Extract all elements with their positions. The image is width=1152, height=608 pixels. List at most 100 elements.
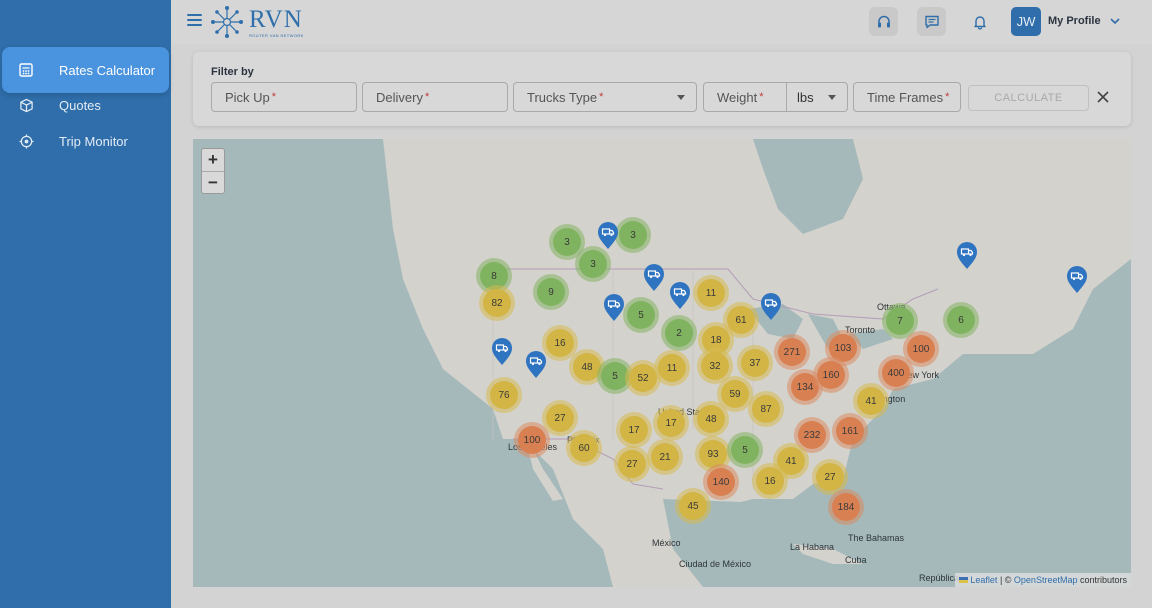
map-cluster[interactable]: 16	[756, 467, 784, 495]
map-cluster[interactable]: 61	[727, 306, 755, 334]
profile-label[interactable]: My Profile	[1048, 15, 1101, 27]
truck-location-pin[interactable]	[1066, 266, 1088, 294]
map-cluster[interactable]: 21	[651, 443, 679, 471]
weight-field[interactable]: Weight *	[703, 82, 787, 112]
map-cluster[interactable]: 17	[657, 409, 685, 437]
map-cluster[interactable]: 41	[777, 447, 805, 475]
filter-title: Filter by	[211, 66, 254, 78]
map-cluster[interactable]: 8	[480, 262, 508, 290]
truck-location-pin[interactable]	[669, 282, 691, 310]
map-cluster[interactable]: 184	[832, 493, 860, 521]
required-mark: *	[759, 91, 764, 103]
weight-label: Weight	[717, 89, 758, 105]
app-logo[interactable]: RVN ROUTER VAN NETWORK	[209, 3, 304, 41]
truck-location-pin[interactable]	[597, 222, 619, 250]
weight-unit-value: lbs	[797, 89, 814, 105]
map-cluster[interactable]: 232	[798, 421, 826, 449]
map-cluster[interactable]: 6	[947, 306, 975, 334]
map-cluster[interactable]: 45	[679, 492, 707, 520]
dropdown-arrow-icon	[677, 95, 685, 100]
city-label: La Habana	[790, 542, 835, 552]
chevron-down-icon[interactable]	[1108, 14, 1122, 28]
map-cluster[interactable]: 60	[570, 434, 598, 462]
truck-location-pin[interactable]	[956, 242, 978, 270]
map-cluster[interactable]: 87	[752, 395, 780, 423]
top-header: RVN ROUTER VAN NETWORK JW My Profile	[171, 0, 1152, 44]
map-cluster[interactable]: 161	[836, 417, 864, 445]
calculate-button[interactable]: CALCULATE	[968, 85, 1089, 111]
map-cluster[interactable]: 271	[778, 338, 806, 366]
map-cluster[interactable]: 82	[483, 289, 511, 317]
map-cluster[interactable]: 52	[629, 364, 657, 392]
map-cluster[interactable]: 7	[886, 307, 914, 335]
map-cluster[interactable]: 160	[817, 361, 845, 389]
filter-panel: Filter by Pick Up * Delivery * Trucks Type…	[193, 52, 1131, 126]
map-cluster[interactable]: 3	[579, 250, 607, 278]
trucks-type-select[interactable]: Trucks Type *	[513, 82, 697, 112]
map-cluster[interactable]: 11	[658, 354, 686, 382]
map-cluster[interactable]: 100	[518, 426, 546, 454]
weight-unit-select[interactable]: lbs	[786, 82, 848, 112]
map-cluster[interactable]: 3	[553, 228, 581, 256]
map-cluster[interactable]: 2	[665, 319, 693, 347]
map-cluster[interactable]: 17	[620, 416, 648, 444]
map-cluster[interactable]: 48	[697, 405, 725, 433]
map-view[interactable]: + − Ottawa Toronto New York Washington U…	[193, 139, 1131, 587]
time-frames-select[interactable]: Time Frames *	[853, 82, 961, 112]
truck-location-pin[interactable]	[491, 338, 513, 366]
required-mark: *	[945, 91, 950, 103]
map-cluster[interactable]: 41	[857, 387, 885, 415]
map-cluster[interactable]: 18	[702, 326, 730, 354]
map-cluster[interactable]: 16	[546, 329, 574, 357]
truck-location-pin[interactable]	[643, 264, 665, 292]
map-cluster[interactable]: 27	[816, 463, 844, 491]
map-cluster[interactable]: 5	[627, 301, 655, 329]
map-cluster[interactable]: 103	[829, 334, 857, 362]
map-cluster[interactable]: 5	[731, 436, 759, 464]
support-button[interactable]	[869, 7, 898, 36]
city-label: Cuba	[845, 555, 867, 565]
sidebar-item-trip-monitor[interactable]: Trip Monitor	[2, 118, 169, 164]
sidebar-item-label: Rates Calculator	[59, 62, 156, 78]
map-cluster[interactable]: 76	[490, 381, 518, 409]
map-cluster[interactable]: 32	[701, 352, 729, 380]
map-cluster[interactable]: 400	[882, 359, 910, 387]
map-cluster[interactable]: 27	[546, 404, 574, 432]
map-cluster[interactable]: 5	[601, 362, 629, 390]
map-cluster[interactable]: 100	[907, 335, 935, 363]
messages-button[interactable]	[917, 7, 946, 36]
ukraine-flag-icon	[959, 577, 969, 583]
avatar[interactable]: JW	[1011, 7, 1041, 36]
truck-location-pin[interactable]	[603, 294, 625, 322]
map-cluster[interactable]: 9	[537, 278, 565, 306]
map-cluster[interactable]: 3	[619, 221, 647, 249]
logo-text: RVN	[249, 5, 303, 33]
zoom-in-button[interactable]: +	[202, 149, 224, 171]
city-label: República	[919, 573, 960, 583]
sidebar-item-label: Quotes	[59, 97, 101, 113]
delivery-field[interactable]: Delivery *	[362, 82, 508, 112]
menu-icon[interactable]	[187, 14, 202, 28]
truck-location-pin[interactable]	[525, 351, 547, 379]
city-label: The Bahamas	[848, 533, 905, 543]
map-cluster[interactable]: 93	[699, 440, 727, 468]
map-cluster[interactable]: 27	[618, 450, 646, 478]
city-label: México	[652, 538, 681, 548]
openstreetmap-link[interactable]: OpenStreetMap	[1014, 575, 1078, 585]
notifications-button[interactable]	[965, 7, 994, 36]
map-cluster[interactable]: 48	[573, 353, 601, 381]
leaflet-link[interactable]: Leaflet	[970, 575, 997, 585]
delivery-label: Delivery	[376, 89, 423, 105]
truck-location-pin[interactable]	[760, 293, 782, 321]
map-cluster[interactable]: 134	[791, 373, 819, 401]
map-cluster[interactable]: 11	[697, 279, 725, 307]
zoom-out-button[interactable]: −	[202, 171, 224, 193]
map-cluster[interactable]: 140	[707, 468, 735, 496]
map-cluster[interactable]: 37	[741, 349, 769, 377]
map-cluster[interactable]: 59	[721, 380, 749, 408]
trucks-type-label: Trucks Type	[527, 89, 598, 105]
city-label: Toronto	[845, 325, 876, 335]
pickup-field[interactable]: Pick Up *	[211, 82, 357, 112]
close-icon[interactable]	[1096, 90, 1110, 104]
attribution-tail: contributors	[1077, 575, 1127, 585]
